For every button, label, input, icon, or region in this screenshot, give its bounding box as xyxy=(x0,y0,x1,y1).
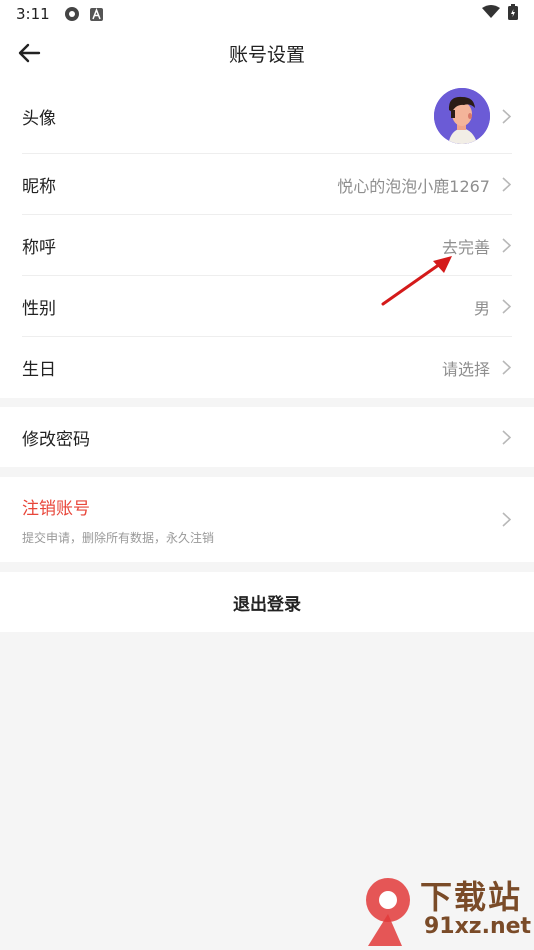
profile-settings-group: 头像 昵称 悦心的泡泡小鹿1267 称呼 去完善 性别 男 生日 请选择 xyxy=(0,78,534,398)
logout-button[interactable]: 退出登录 xyxy=(0,572,534,632)
salutation-label: 称呼 xyxy=(22,238,56,258)
watermark-logo-icon xyxy=(366,878,410,946)
chevron-right-icon xyxy=(500,238,512,254)
avatar-label: 头像 xyxy=(22,108,56,129)
row-cancel-account[interactable]: 注销账号 提交申请，删除所有数据，永久注销 xyxy=(0,477,534,562)
chevron-right-icon xyxy=(500,360,512,376)
cancel-account-group: 注销账号 提交申请，删除所有数据，永久注销 xyxy=(0,477,534,562)
watermark-line1: 下载站 xyxy=(420,878,523,916)
a-icon xyxy=(89,7,103,21)
row-birthday[interactable]: 生日 请选择 xyxy=(0,337,534,398)
battery-icon xyxy=(508,4,518,24)
chevron-right-icon xyxy=(500,429,512,445)
row-avatar[interactable]: 头像 xyxy=(0,78,534,154)
watermark-line2: 91xz.net xyxy=(424,914,532,939)
row-change-password[interactable]: 修改密码 xyxy=(0,407,534,467)
chevron-right-icon xyxy=(500,299,512,315)
status-right xyxy=(482,4,518,24)
birthday-label: 生日 xyxy=(22,360,56,380)
status-bar: 3:11 xyxy=(0,0,534,28)
wifi-icon xyxy=(482,5,500,23)
change-password-label: 修改密码 xyxy=(22,429,90,450)
gender-label: 性别 xyxy=(22,299,56,319)
password-group: 修改密码 xyxy=(0,407,534,467)
back-arrow-icon[interactable] xyxy=(14,38,44,68)
watermark: 下载站 91xz.net xyxy=(364,870,534,950)
app-header: 账号设置 xyxy=(0,28,534,78)
cancel-account-text: 注销账号 提交申请，删除所有数据，永久注销 xyxy=(22,494,214,546)
gear-icon xyxy=(64,6,80,22)
avatar[interactable] xyxy=(434,88,490,144)
nickname-value: 悦心的泡泡小鹿1267 xyxy=(337,176,490,196)
annotation-arrow-icon xyxy=(378,252,458,316)
cancel-account-label: 注销账号 xyxy=(22,498,90,519)
nickname-label: 昵称 xyxy=(22,177,56,197)
status-time: 3:11 xyxy=(16,5,50,23)
row-nickname[interactable]: 昵称 悦心的泡泡小鹿1267 xyxy=(0,154,534,215)
page-title: 账号设置 xyxy=(228,43,305,66)
cancel-account-subtitle: 提交申请，删除所有数据，永久注销 xyxy=(22,530,215,545)
chevron-right-icon xyxy=(500,512,512,528)
gender-value: 男 xyxy=(473,298,490,318)
chevron-right-icon xyxy=(500,108,512,124)
chevron-right-icon xyxy=(500,177,512,193)
birthday-value: 请选择 xyxy=(441,359,490,379)
